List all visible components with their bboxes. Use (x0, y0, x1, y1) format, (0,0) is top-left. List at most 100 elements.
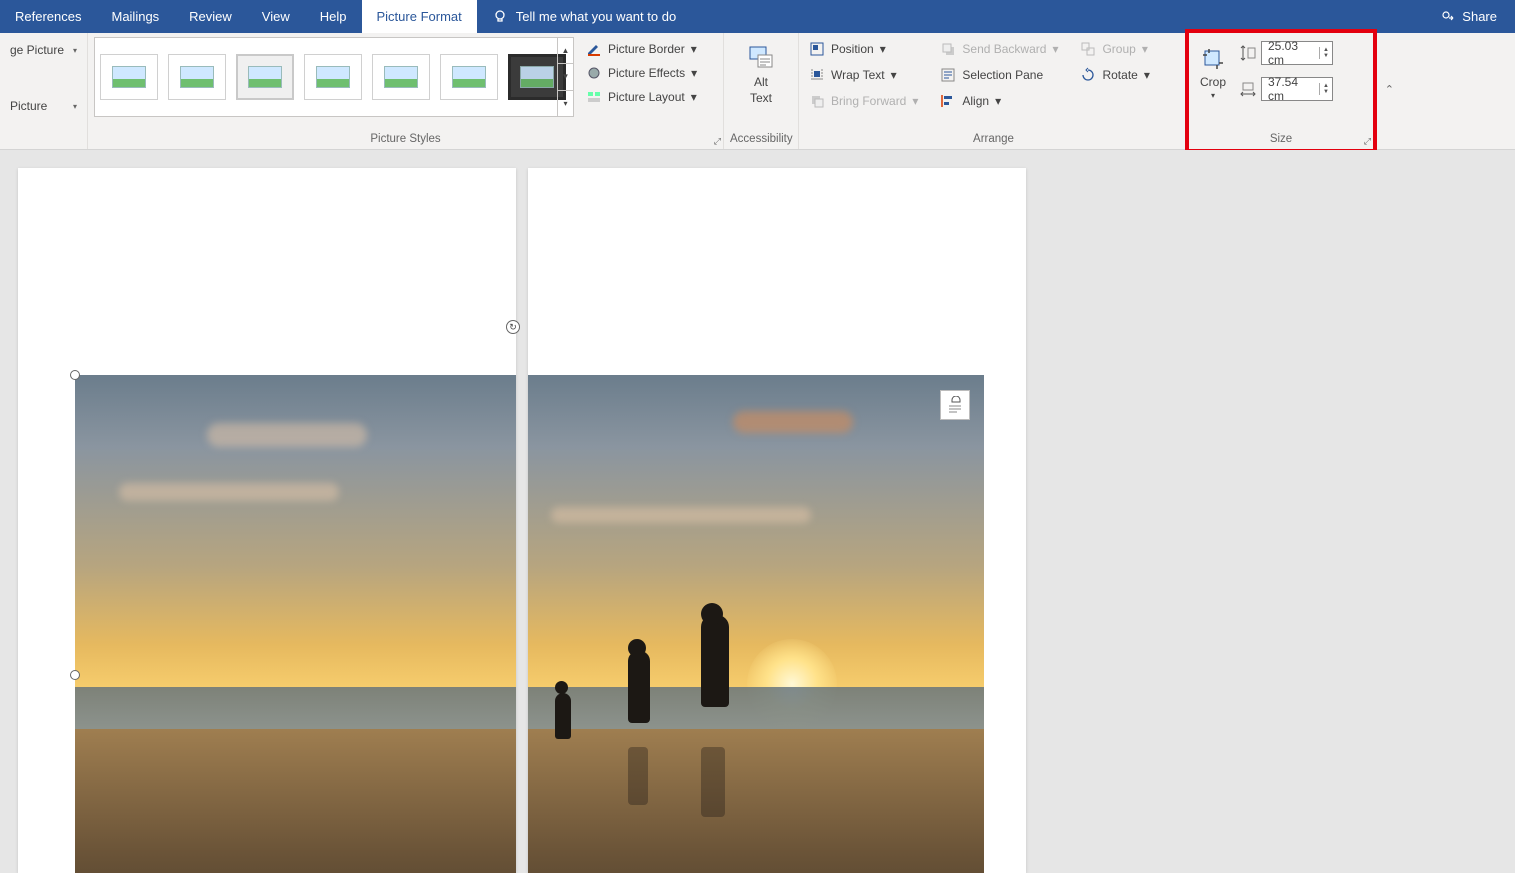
size-launcher[interactable]: ⤢ (1364, 136, 1371, 147)
send-backward-button[interactable]: Send Backward▾ (936, 37, 1062, 61)
wrap-text-button[interactable]: Wrap Text▾ (805, 63, 922, 87)
effects-icon (586, 65, 602, 81)
chevron-down-icon: ▾ (912, 94, 918, 108)
picture-styles-group: ▲ ▼ ▾ Picture Border ▾ Picture Effects ▾ (88, 33, 724, 149)
group-label-text: Group (1102, 42, 1135, 56)
resize-handle-ml[interactable] (70, 670, 80, 680)
picture-border-button[interactable]: Picture Border ▾ (582, 37, 717, 61)
align-button[interactable]: Align▾ (936, 89, 1062, 113)
selected-picture-right[interactable] (528, 375, 984, 873)
gallery-more[interactable]: ▾ (558, 91, 573, 116)
chevron-down-icon: ▾ (995, 94, 1001, 108)
share-icon (1440, 9, 1456, 25)
crop-button[interactable]: Crop ▾ (1195, 41, 1231, 100)
group-icon (1080, 41, 1096, 57)
bring-forward-icon (809, 93, 825, 109)
chevron-down-icon: ▾ (73, 46, 77, 55)
layout-options-icon (946, 396, 964, 414)
height-down[interactable]: ▼ (1320, 53, 1332, 59)
tab-references[interactable]: References (0, 0, 96, 33)
chevron-down-icon: ▾ (691, 42, 697, 56)
chevron-down-icon: ▾ (691, 66, 697, 80)
rotate-button[interactable]: Rotate ▾ (1076, 63, 1153, 87)
selection-pane-button[interactable]: Selection Pane (936, 63, 1062, 87)
tab-review[interactable]: Review (174, 0, 247, 33)
style-thumb-4[interactable] (304, 54, 362, 100)
picture-effects-label: Picture Effects (608, 66, 685, 80)
style-thumb-5[interactable] (372, 54, 430, 100)
change-picture-label: ge Picture (10, 43, 64, 57)
style-thumb-3[interactable] (236, 54, 294, 100)
width-input[interactable]: 37.54 cm ▲▼ (1261, 77, 1333, 101)
selection-pane-icon (940, 67, 956, 83)
picture-border-label: Picture Border (608, 42, 685, 56)
document-canvas[interactable]: ↻ (0, 150, 1515, 873)
style-thumb-6[interactable] (440, 54, 498, 100)
change-picture-button[interactable]: ge Picture ▾ (6, 37, 81, 63)
wrap-icon (809, 67, 825, 83)
height-icon (1239, 44, 1257, 62)
group-button[interactable]: Group ▾ (1076, 37, 1153, 61)
tab-picture-format[interactable]: Picture Format (362, 0, 477, 33)
wrap-text-label: Wrap Text (831, 68, 885, 82)
size-group-label: Size (1195, 133, 1367, 147)
layout-options-button[interactable] (940, 390, 970, 420)
picture-style-gallery[interactable]: ▲ ▼ ▾ (94, 37, 574, 117)
size-group: Crop ▾ 25.03 cm ▲▼ 37.54 cm ▲▼ (1189, 33, 1374, 149)
arrange-group-label: Arrange (805, 133, 1182, 147)
style-thumb-2[interactable] (168, 54, 226, 100)
share-button[interactable]: Share (1422, 9, 1515, 25)
picture-effects-button[interactable]: Picture Effects ▾ (582, 61, 717, 85)
alt-text-line1: Alt (754, 75, 768, 89)
resize-handle-tl[interactable] (70, 370, 80, 380)
chevron-up-icon: ⌃ (1385, 83, 1394, 102)
gallery-scroll-up[interactable]: ▲ (558, 38, 573, 64)
ribbon-tabs: References Mailings Review View Help Pic… (0, 0, 1515, 33)
style-thumb-1[interactable] (100, 54, 158, 100)
bring-forward-label: Bring Forward (831, 94, 906, 108)
pencil-icon (586, 41, 602, 57)
width-icon (1239, 80, 1257, 98)
arrange-group: Position▾ Wrap Text▾ Bring Forward▾ Send… (799, 33, 1189, 149)
height-row: 25.03 cm ▲▼ (1239, 41, 1333, 65)
tab-view[interactable]: View (247, 0, 305, 33)
reset-picture-button[interactable]: Picture ▾ (6, 93, 81, 119)
position-button[interactable]: Position▾ (805, 37, 922, 61)
picture-styles-label: Picture Styles (94, 133, 717, 147)
selected-picture-left[interactable] (75, 375, 516, 873)
alt-text-line2: Text (750, 91, 772, 105)
crop-icon (1199, 45, 1227, 73)
picture-layout-button[interactable]: Picture Layout ▾ (582, 85, 717, 109)
height-value: 25.03 cm (1262, 39, 1319, 67)
position-icon (809, 41, 825, 57)
send-backward-icon (940, 41, 956, 57)
chevron-down-icon: ▾ (1052, 42, 1058, 56)
chevron-down-icon: ▾ (73, 102, 77, 111)
tab-mailings[interactable]: Mailings (96, 0, 174, 33)
chevron-down-icon: ▾ (1211, 91, 1215, 100)
width-value: 37.54 cm (1262, 75, 1319, 103)
chevron-down-icon: ▾ (1144, 68, 1150, 82)
alt-text-icon (746, 43, 776, 73)
position-label: Position (831, 42, 874, 56)
tell-me-label: Tell me what you want to do (516, 9, 676, 24)
height-input[interactable]: 25.03 cm ▲▼ (1261, 41, 1333, 65)
width-down[interactable]: ▼ (1320, 89, 1332, 95)
alt-text-button[interactable]: Alt Text (730, 37, 792, 105)
lightbulb-icon (492, 9, 508, 25)
gallery-scroll-down[interactable]: ▼ (558, 64, 573, 90)
layout-icon (586, 89, 602, 105)
bring-forward-button[interactable]: Bring Forward ▾ (805, 89, 922, 113)
tab-help[interactable]: Help (305, 0, 362, 33)
picture-styles-launcher[interactable]: ⤢ (714, 136, 721, 147)
accessibility-group: Alt Text Accessibility (724, 33, 799, 149)
gallery-scroll: ▲ ▼ ▾ (557, 38, 573, 116)
collapse-ribbon[interactable]: ⌃ (1374, 33, 1400, 149)
adjust-group: ge Picture ▾ Picture ▾ (0, 33, 88, 149)
tell-me-search[interactable]: Tell me what you want to do (477, 9, 691, 25)
selection-pane-label: Selection Pane (962, 68, 1043, 82)
chevron-down-icon: ▾ (1142, 42, 1148, 56)
rotate-handle[interactable]: ↻ (506, 320, 520, 334)
crop-label: Crop (1200, 75, 1226, 89)
rotate-label: Rotate (1102, 68, 1137, 82)
